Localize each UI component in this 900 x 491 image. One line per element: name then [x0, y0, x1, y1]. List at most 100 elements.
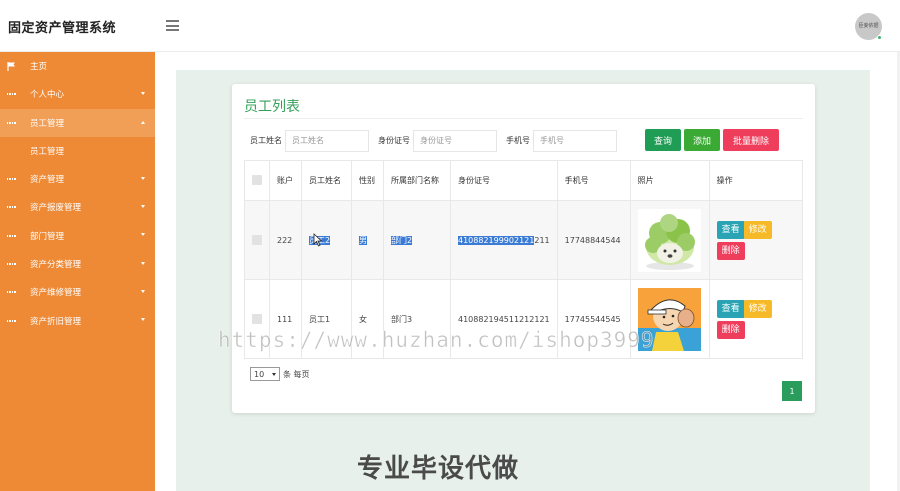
- chevron-down-icon: [141, 205, 145, 209]
- delete-button[interactable]: 删除: [716, 241, 745, 260]
- cell-department-text: 部门2: [391, 235, 413, 245]
- sidebar-item-department-management[interactable]: 部门管理: [0, 221, 155, 249]
- search-id-group: 身份证号: [378, 129, 497, 152]
- chevron-down-icon: [141, 318, 145, 322]
- sidebar-item-label: 资产分类管理: [30, 259, 82, 270]
- row-checkbox[interactable]: [252, 235, 262, 245]
- grid-icon: [6, 90, 17, 98]
- grid-icon: [6, 232, 17, 240]
- grid-icon: [6, 317, 17, 325]
- sidebar-item-label: 主页: [30, 62, 48, 73]
- cell-photo: [629, 200, 710, 280]
- view-button[interactable]: 查看: [716, 220, 745, 239]
- search-name-label: 员工姓名: [250, 136, 282, 145]
- sidebar-item-label: 资产维修管理: [30, 288, 82, 299]
- table-row: 222 员工2 男 部门2 410882199902121211 1774884…: [244, 200, 804, 280]
- cell-id-number: 410882199902121211: [450, 200, 558, 280]
- avatar[interactable]: 臣妾依据: [855, 13, 882, 40]
- chevron-down-icon: [141, 290, 145, 294]
- sidebar-item-asset-scrap-management[interactable]: 资产报废管理: [0, 193, 155, 221]
- promo-caption: 专业毕设代做: [357, 454, 520, 484]
- title-divider: [244, 118, 803, 119]
- mouse-cursor-icon: [313, 232, 323, 251]
- row-select-cell: [244, 200, 270, 280]
- cabbage-photo: [637, 208, 701, 272]
- flag-icon: [7, 61, 16, 71]
- cell-actions: 查看 修改 删除: [708, 200, 804, 280]
- search-id-label: 身份证号: [378, 136, 410, 145]
- page-title: 员工列表: [244, 99, 300, 115]
- cell-id-selected-text: 410882199902121: [458, 235, 535, 245]
- cell-actions: 查看 修改 删除: [708, 279, 804, 359]
- search-phone-group: 手机号: [506, 129, 617, 152]
- edit-button[interactable]: 修改: [743, 299, 772, 318]
- chevron-up-icon: [141, 120, 145, 124]
- sidebar-item-personal-center[interactable]: 个人中心: [0, 80, 155, 108]
- header-id-number: 身份证号: [450, 160, 558, 201]
- select-all-cell: [244, 160, 270, 201]
- cell-phone: 17748844544: [556, 200, 631, 280]
- grid-icon: [6, 260, 17, 268]
- search-name-input[interactable]: [285, 129, 369, 152]
- chevron-down-icon: [272, 372, 276, 376]
- sidebar-item-asset-category-management[interactable]: 资产分类管理: [0, 250, 155, 278]
- view-button[interactable]: 查看: [716, 299, 745, 318]
- sidebar: 主页 个人中心 员工管理 员工管理 资产管理 资产报废管理 部门管理 资产分类管…: [0, 52, 155, 491]
- avatar-text: 臣妾依据: [858, 23, 879, 29]
- sidebar-item-asset-management[interactable]: 资产管理: [0, 165, 155, 193]
- cell-gender: 男: [351, 200, 384, 280]
- chevron-down-icon: [141, 261, 145, 265]
- cell-account: 222: [269, 200, 302, 280]
- header-department: 所属部门名称: [383, 160, 451, 201]
- delete-button[interactable]: 删除: [716, 320, 745, 339]
- page-button-current[interactable]: 1: [782, 381, 802, 401]
- chevron-down-icon: [141, 176, 145, 180]
- app-title: 固定资产管理系统: [8, 21, 117, 36]
- grid-icon: [6, 119, 17, 127]
- header-account: 账户: [269, 160, 302, 201]
- query-button[interactable]: 查询: [645, 129, 681, 151]
- sidebar-item-home[interactable]: 主页: [0, 52, 155, 80]
- search-phone-label: 手机号: [506, 136, 530, 145]
- sidebar-item-employee-management[interactable]: 员工管理: [0, 108, 155, 137]
- header-name: 员工姓名: [301, 160, 352, 201]
- watermark-url: https://www.huzhan.com/ishop3999: [218, 328, 655, 353]
- page-size-value: 10: [254, 369, 265, 379]
- batch-delete-button[interactable]: 批量删除: [723, 129, 779, 151]
- page-size-select[interactable]: 10: [250, 367, 280, 381]
- chevron-down-icon: [141, 92, 145, 96]
- header-photo: 照片: [629, 160, 710, 201]
- grid-icon: [6, 203, 17, 211]
- table-header-row: 账户 员工姓名 性别 所属部门名称 身份证号 手机号 照片 操作: [244, 160, 804, 201]
- cell-id-rest-text: 211: [534, 235, 550, 245]
- sidebar-item-label: 资产报废管理: [30, 203, 82, 214]
- menu-toggle-icon[interactable]: [166, 20, 179, 31]
- row-checkbox[interactable]: [252, 314, 262, 324]
- online-status-icon: [877, 35, 882, 40]
- header-actions: 操作: [708, 160, 804, 201]
- sidebar-item-asset-repair-management[interactable]: 资产维修管理: [0, 278, 155, 306]
- select-all-checkbox[interactable]: [252, 175, 262, 185]
- sidebar-item-label: 部门管理: [30, 231, 65, 242]
- grid-icon: [6, 175, 17, 183]
- grid-icon: [6, 288, 17, 296]
- sidebar-item-label: 资产管理: [30, 175, 65, 186]
- search-id-input[interactable]: [413, 129, 497, 152]
- add-button[interactable]: 添加: [684, 129, 720, 151]
- edit-button[interactable]: 修改: [743, 220, 772, 239]
- search-phone-input[interactable]: [533, 129, 617, 152]
- sidebar-item-label: 个人中心: [30, 90, 65, 101]
- sidebar-item-label: 员工管理: [30, 118, 65, 129]
- sidebar-item-asset-depreciation-management[interactable]: 资产折旧管理: [0, 306, 155, 334]
- cell-gender-text: 男: [359, 235, 367, 245]
- top-bar: 固定资产管理系统 臣妾依据: [0, 0, 900, 52]
- sidebar-subitem-employee-management[interactable]: 员工管理: [0, 136, 155, 165]
- header-phone: 手机号: [556, 160, 631, 201]
- header-gender: 性别: [351, 160, 384, 201]
- sidebar-item-label: 资产折旧管理: [30, 316, 82, 327]
- cell-name: 员工2: [301, 200, 352, 280]
- search-name-group: 员工姓名: [250, 129, 369, 152]
- chevron-down-icon: [141, 233, 145, 237]
- page-size-group: 10 条 每页: [250, 367, 310, 381]
- cell-department: 部门2: [383, 200, 451, 280]
